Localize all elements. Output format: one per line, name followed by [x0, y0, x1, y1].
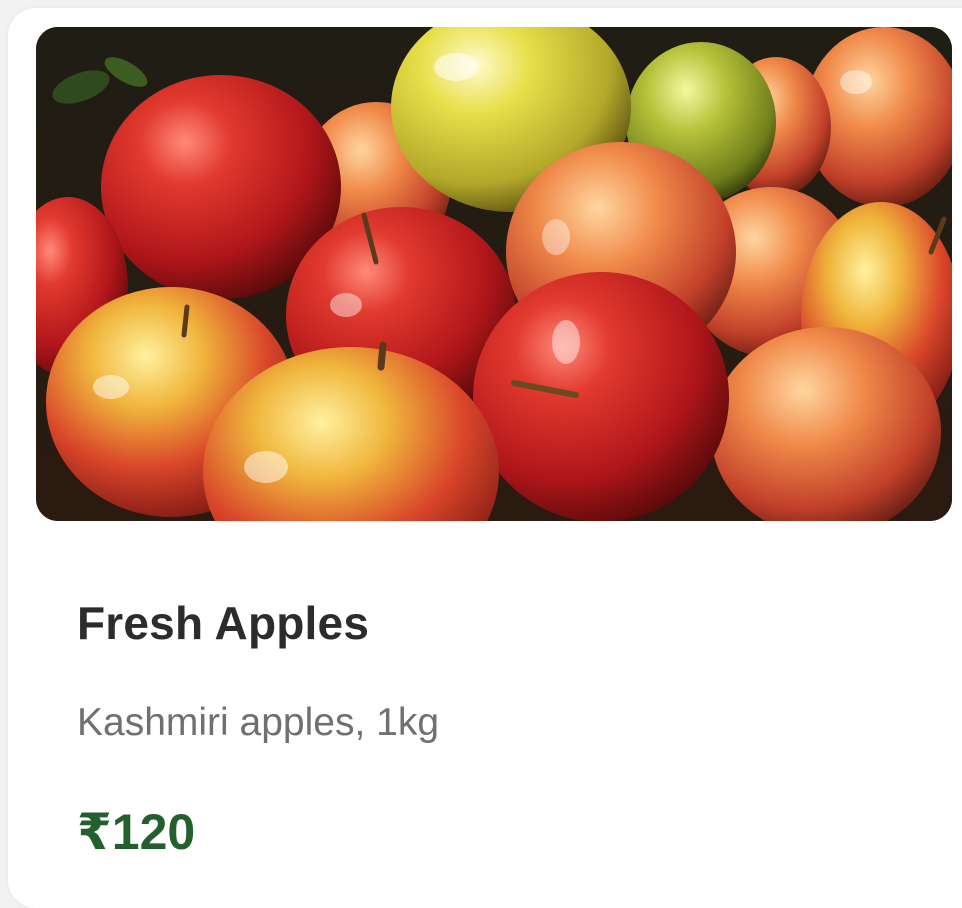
- product-price: ₹120: [77, 804, 196, 860]
- product-card[interactable]: Fresh Apples Kashmiri apples, 1kg ₹120: [8, 8, 962, 908]
- product-description: Kashmiri apples, 1kg: [77, 701, 440, 744]
- apples-photo: [36, 27, 952, 521]
- product-image[interactable]: [36, 27, 952, 521]
- product-title: Fresh Apples: [77, 597, 370, 649]
